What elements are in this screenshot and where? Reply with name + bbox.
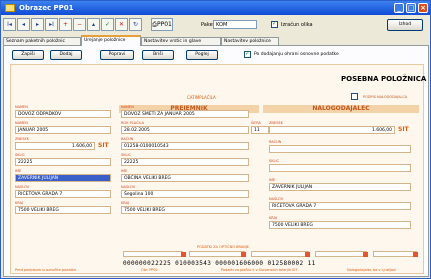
delete-button[interactable]: − (73, 18, 86, 31)
ocr-line: 000000022225 010003543 000001606000 0125… (123, 260, 316, 267)
add-button[interactable]: + (59, 18, 72, 31)
ocr-box-marker (305, 252, 310, 257)
footer-obr: Obr. PP01 (141, 268, 158, 272)
footer-right: Nalogodajalec ba v Ljubljani (347, 268, 397, 272)
minimize-button[interactable]: _ (394, 3, 404, 13)
ocr-box[interactable] (315, 251, 367, 257)
dodaj-button[interactable]: Dodaj (50, 50, 82, 60)
maximize-button[interactable]: □ (406, 3, 416, 13)
window-title: Obrazec PP01 (19, 4, 74, 12)
right-label: NASLOV (269, 197, 284, 201)
mid-field[interactable]: 28.02.2005 (121, 126, 249, 134)
next-button[interactable]: ▸ (31, 18, 44, 31)
ocr-box[interactable] (123, 251, 183, 257)
corner-label: PODPIS NALOGODAJALCA (363, 95, 408, 99)
paket-input[interactable]: KOM (213, 20, 257, 29)
mid-label: SKLIC (121, 153, 131, 157)
left-field[interactable]: 1.606,00 (15, 142, 95, 150)
mid-label: ROK PLAČILA (121, 121, 144, 125)
podpis-checkbox[interactable] (351, 93, 358, 100)
print-label: PP01 (156, 21, 172, 28)
mid-field[interactable]: 22225 (121, 158, 249, 166)
close-button[interactable]: × (418, 3, 428, 13)
ocr-box-marker (181, 252, 186, 257)
left-field[interactable]: DOVOZ ODPADKOV (15, 110, 111, 118)
cancel-button[interactable]: ✕ (115, 18, 128, 31)
left-field[interactable]: JANUAR 2005 (15, 126, 111, 134)
mid-label: RAČUN (121, 137, 134, 141)
izracun-checkbox[interactable] (271, 20, 278, 28)
left-field[interactable]: RIČETOVA GRADA 7 (15, 190, 111, 198)
footer-left: Pred podpisom si oznočite podatke (15, 268, 77, 272)
payment-slip-form: POSEBNA POLOŽNICA CATIMPLAČILA PODPIS NA… (10, 64, 427, 274)
left-label: NASLOV (15, 185, 30, 189)
right-field[interactable]: ZAVERNIK JULIJAN (269, 183, 411, 191)
mid-label: NASLOV (121, 185, 136, 189)
last-button[interactable]: ▸I (45, 18, 58, 31)
mid-field[interactable]: OBČINA VELIKI BREG (121, 174, 249, 182)
mid-field[interactable]: 7500 VELIKI BREG (121, 206, 249, 214)
ocr-box-marker (241, 252, 246, 257)
right-label: ZNESEK (269, 121, 283, 125)
mid-label: IME (121, 169, 128, 173)
refresh-button[interactable]: ↻ (129, 18, 142, 31)
right-label: SKLIC (269, 159, 279, 163)
right-label: RAČUN (269, 140, 282, 144)
sifra-field[interactable]: 11 (251, 126, 269, 134)
ocr-box-marker (413, 252, 418, 257)
left-label: IME (15, 169, 22, 173)
popravi-button[interactable]: Popravi (100, 50, 134, 60)
ocr-box[interactable] (251, 251, 309, 257)
window: Obrazec PP01 _ □ × I◂ ◂ ▸ ▸I + − ▴ ✓ ✕ ↻ ⎙PP01 Pa… (0, 0, 431, 279)
ohrani-checkbox[interactable] (244, 50, 251, 58)
left-field[interactable]: 22225 (15, 158, 111, 166)
up-button[interactable]: ▴ (87, 18, 100, 31)
app-icon (5, 4, 15, 12)
mid-field[interactable]: Šegolina 100 (121, 190, 249, 198)
left-label: SKLIC (15, 153, 25, 157)
currency-label: SIT (398, 126, 409, 133)
right-field[interactable]: 7500 VELIKI BREG (269, 221, 411, 229)
mid-label: NAMEN (121, 105, 134, 109)
poglej-button[interactable]: Poglej (186, 50, 218, 60)
tab-urejanje[interactable]: Urejanje položnice (81, 35, 141, 46)
currency-label: SIT (98, 142, 109, 149)
brisi-button[interactable]: Briši (142, 50, 174, 60)
sifra-label: ŠIFRA (251, 121, 261, 125)
form-subtitle: CATIMPLAČILA (187, 95, 216, 100)
first-button[interactable]: I◂ (3, 18, 16, 31)
toolbar: I◂◂▸▸I+−▴✓✕↻ ⎙PP01 Paket KOM Izračun oli… (3, 18, 429, 34)
edit-panel: Zapiši Dodaj Popravi Briši Poglej Po dod… (3, 45, 429, 277)
print-button[interactable]: ⎙PP01 (151, 18, 173, 31)
left-field[interactable]: ZAVERNIK JULIJAN (15, 174, 111, 182)
left-label: NAMEN (15, 121, 28, 125)
right-field[interactable]: 1.606,00 (269, 126, 395, 134)
right-field[interactable] (269, 164, 411, 172)
ocr-box[interactable] (373, 251, 417, 257)
izracun-label: Izračun olika (281, 22, 313, 28)
mid-field[interactable]: DOVOZ SMETI ZA JANUAR 2005 (121, 110, 249, 118)
left-label: KRAJ (15, 201, 24, 205)
mid-label: KRAJ (121, 201, 130, 205)
izhod-button[interactable]: Izhod (387, 19, 423, 31)
ocr-box-marker (363, 252, 368, 257)
bottom-label: PODATKI ZA OPTIČNO BRANJE (197, 245, 250, 249)
left-label: NAMEN (15, 105, 28, 109)
right-field[interactable]: RIČETOVA GRADA 7 (269, 202, 411, 210)
ocr-box[interactable] (189, 251, 245, 257)
form-title: POSEBNA POLOŽNICA (341, 75, 427, 83)
left-label: ZNESEK (15, 137, 29, 141)
footer-mid: Podatki za plačilo k v Slovenskih tolarj… (221, 268, 298, 272)
ohrani-label: Po dodajanju ohrani osnovne podatke (254, 52, 339, 57)
mid-field[interactable]: 01258-0100010543 (121, 142, 249, 150)
zapisi-button[interactable]: Zapiši (12, 50, 44, 60)
title-bar: Obrazec PP01 _ □ × (1, 1, 430, 15)
accept-button[interactable]: ✓ (101, 18, 114, 31)
left-field[interactable]: 7500 VELIKI BREG (15, 206, 111, 214)
right-field[interactable] (269, 145, 411, 153)
right-label: IME (269, 178, 276, 182)
right-label: KRAJ (269, 216, 278, 220)
nalogodajalec-header: NALOGODAJALEC (263, 105, 419, 113)
prev-button[interactable]: ◂ (17, 18, 30, 31)
